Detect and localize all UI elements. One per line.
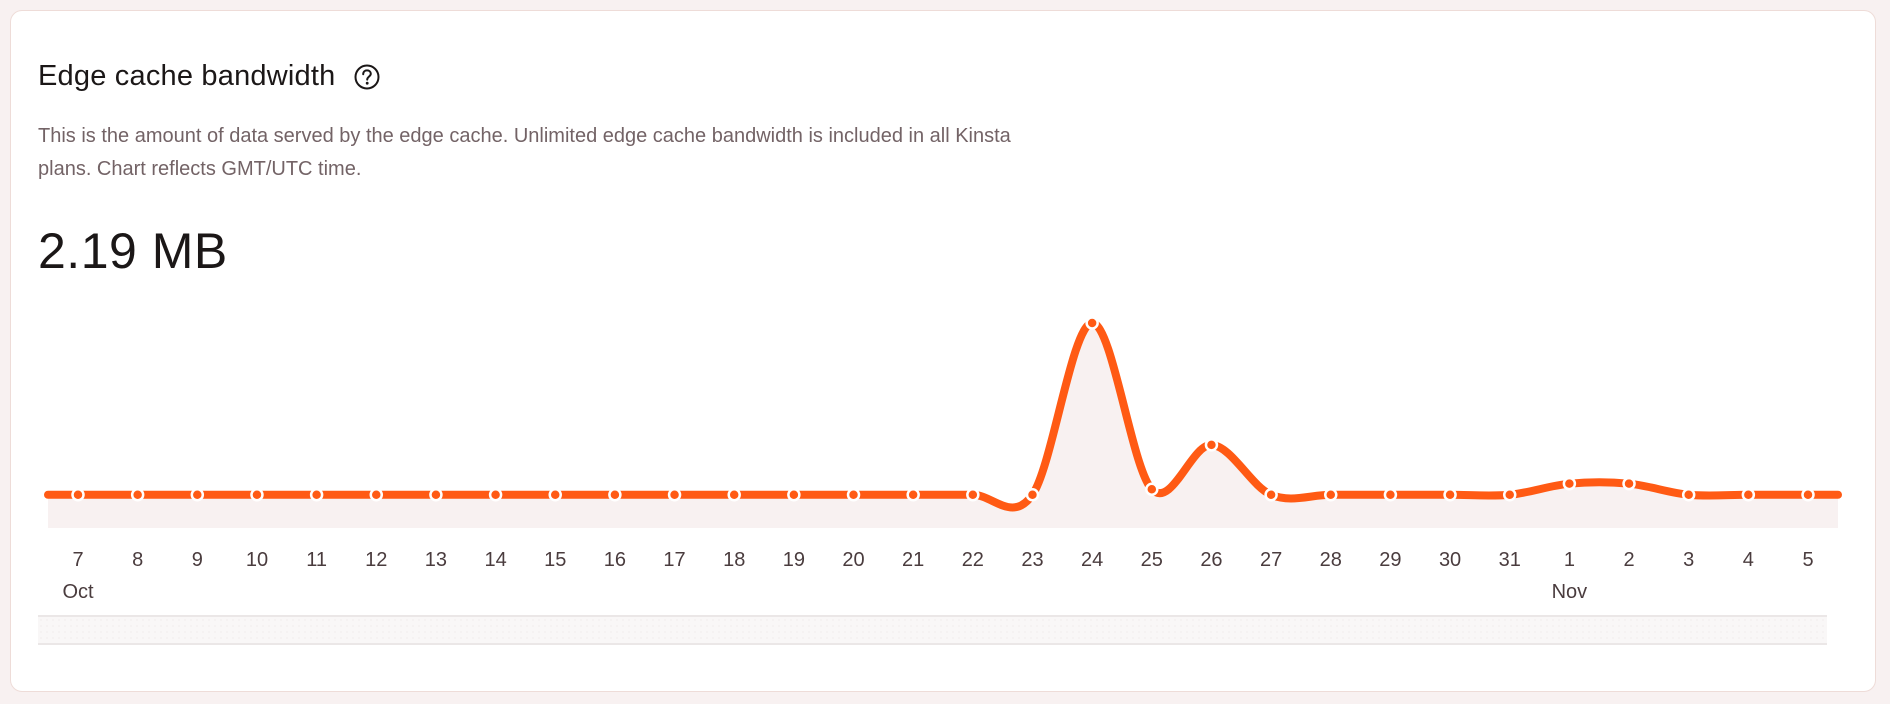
x-tick-label: 23 xyxy=(1021,549,1043,571)
x-tick-label: 7 xyxy=(72,549,83,571)
x-month-label: Nov xyxy=(1552,581,1588,603)
data-point[interactable] xyxy=(1741,488,1756,502)
data-point[interactable] xyxy=(1085,316,1099,330)
data-point[interactable] xyxy=(369,488,384,502)
data-point[interactable] xyxy=(71,488,85,502)
x-tick-label: 10 xyxy=(246,549,268,571)
x-tick-label: 12 xyxy=(365,549,387,571)
data-point[interactable] xyxy=(1383,488,1398,502)
x-tick-label: 29 xyxy=(1379,549,1401,571)
x-tick-label: 22 xyxy=(962,549,984,571)
data-point[interactable] xyxy=(250,488,264,502)
data-point[interactable] xyxy=(488,488,503,502)
x-tick-label: 19 xyxy=(783,549,805,571)
data-point[interactable] xyxy=(1324,488,1338,502)
data-point[interactable] xyxy=(309,488,324,502)
x-tick-label: 1 xyxy=(1564,549,1575,571)
x-tick-label: 11 xyxy=(306,549,327,571)
x-tick-label: 14 xyxy=(484,549,506,571)
data-point[interactable] xyxy=(1025,488,1040,502)
data-point[interactable] xyxy=(1264,488,1278,502)
data-point[interactable] xyxy=(667,488,682,502)
x-tick-label: 5 xyxy=(1802,549,1813,571)
data-point[interactable] xyxy=(906,488,920,502)
data-point[interactable] xyxy=(190,488,205,502)
data-point[interactable] xyxy=(548,488,562,502)
data-point[interactable] xyxy=(1145,482,1159,496)
x-tick-label: 20 xyxy=(842,549,864,571)
x-tick-label: 27 xyxy=(1260,549,1282,571)
x-tick-label: 3 xyxy=(1683,549,1694,571)
x-month-label: Oct xyxy=(62,581,94,603)
data-point[interactable] xyxy=(429,488,443,502)
x-tick-label: 21 xyxy=(902,549,924,571)
data-point[interactable] xyxy=(846,488,861,502)
x-tick-label: 8 xyxy=(132,549,143,571)
x-tick-label: 16 xyxy=(604,549,626,571)
x-tick-label: 28 xyxy=(1320,549,1342,571)
x-tick-label: 15 xyxy=(544,549,566,571)
x-tick-label: 31 xyxy=(1499,549,1521,571)
x-tick-label: 26 xyxy=(1200,549,1222,571)
x-tick-label: 9 xyxy=(192,549,203,571)
data-point[interactable] xyxy=(608,488,622,502)
data-point[interactable] xyxy=(130,488,145,502)
x-tick-label: 25 xyxy=(1141,549,1163,571)
data-point[interactable] xyxy=(966,488,980,502)
data-point[interactable] xyxy=(1562,476,1577,491)
data-point[interactable] xyxy=(1622,476,1636,491)
x-tick-label: 30 xyxy=(1439,549,1461,571)
x-tick-label: 18 xyxy=(723,549,745,571)
chart-range-brush[interactable] xyxy=(38,615,1827,645)
x-tick-label: 2 xyxy=(1623,549,1634,571)
x-tick-label: 13 xyxy=(425,549,447,571)
data-point[interactable] xyxy=(1502,488,1517,502)
data-point[interactable] xyxy=(1681,488,1696,502)
data-point[interactable] xyxy=(1801,488,1815,502)
bandwidth-chart: 7 8 9 10 11 12 13 14 15 16 17 18 19 20 21 22 23 24 25 26 27 2… xyxy=(44,316,1842,603)
data-point[interactable] xyxy=(787,488,801,502)
data-point[interactable] xyxy=(727,488,741,502)
x-tick-label: 4 xyxy=(1743,549,1754,571)
data-point[interactable] xyxy=(1443,488,1457,502)
x-tick-label: 17 xyxy=(663,549,685,571)
x-tick-label: 24 xyxy=(1081,549,1103,571)
data-point[interactable] xyxy=(1204,438,1219,452)
